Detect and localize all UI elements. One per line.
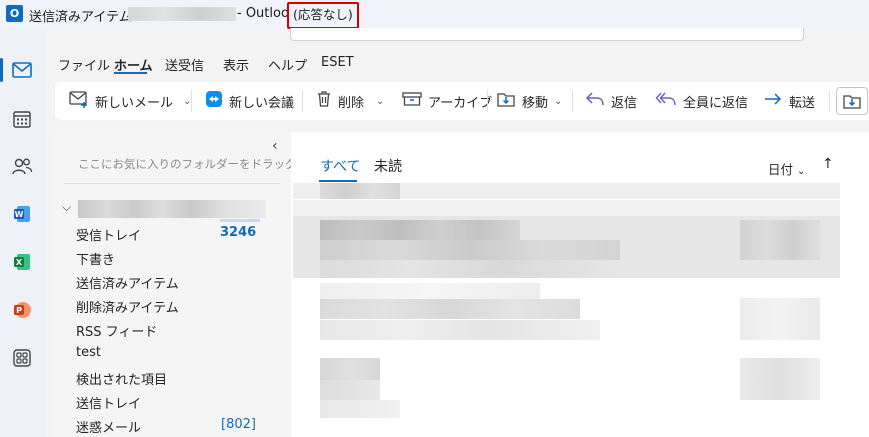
arrow-up-icon[interactable]: ↑ <box>822 156 834 172</box>
redacted-subject <box>320 299 580 319</box>
inbox-unread-count: 3246 <box>220 225 257 240</box>
forward-button[interactable]: 転送 <box>763 82 815 120</box>
folder-outbox[interactable]: 送信トレイ <box>76 393 141 412</box>
tab-view[interactable]: 表示 <box>223 55 249 74</box>
move-label: 移動 <box>522 95 549 111</box>
chevron-down-icon[interactable]: ⌄ <box>376 96 384 107</box>
tab-help[interactable]: ヘルプ <box>268 55 307 74</box>
redacted-date <box>740 298 820 340</box>
folder-inbox[interactable]: 受信トレイ <box>76 225 141 244</box>
sort-by-date-button[interactable]: 日付 ⌄ <box>768 159 805 178</box>
toolbar-divider <box>302 90 303 112</box>
redacted-subject <box>320 240 620 260</box>
redacted-sender <box>320 220 520 240</box>
word-icon[interactable]: W <box>9 201 35 227</box>
mail-icon[interactable] <box>9 57 35 83</box>
redacted-text <box>320 183 400 199</box>
reply-label: 返信 <box>611 95 638 111</box>
tab-send-receive[interactable]: 送受信 <box>165 55 204 74</box>
archive-button[interactable]: アーカイブ <box>402 82 492 120</box>
redacted-date <box>740 220 820 260</box>
junk-count: [802] <box>221 417 256 432</box>
folder-rss-feeds[interactable]: RSS フィード <box>76 321 157 340</box>
account-accent <box>220 219 260 222</box>
people-icon[interactable] <box>9 153 35 179</box>
tab-all[interactable]: すべて <box>320 156 360 176</box>
ribbon-toolbar: 新しいメール ⌄ 新しい会議 削除 ⌄ アーカイブ 移動 ⌄ 返信 全員に返信 … <box>55 82 869 120</box>
search-input[interactable] <box>290 28 804 41</box>
new-mail-button[interactable]: 新しいメール ⌄ <box>69 82 191 120</box>
tab-file[interactable]: ファイル <box>58 55 110 74</box>
reply-all-button[interactable]: 全員に返信 <box>655 82 748 120</box>
folder-detected-items[interactable]: 検出された項目 <box>76 369 167 388</box>
folder-drafts[interactable]: 下書き <box>76 249 115 268</box>
overflow-button[interactable] <box>836 82 868 120</box>
redacted-account-header[interactable] <box>78 200 266 218</box>
window-title-folder: 送信済みアイテム - <box>29 10 141 25</box>
active-tab-indicator <box>114 72 147 74</box>
delete-button[interactable]: 削除 ⌄ <box>316 82 384 120</box>
trash-icon <box>316 90 332 112</box>
forward-icon <box>763 91 783 111</box>
ribbon-tabs: ファイル ホーム 送受信 表示 ヘルプ ESET <box>46 44 869 80</box>
toolbar-divider <box>487 90 488 112</box>
new-mail-label: 新しいメール <box>95 95 174 111</box>
redacted-row-bg <box>293 200 840 216</box>
divider <box>64 183 280 184</box>
powerpoint-icon[interactable]: P <box>9 297 35 323</box>
toolbar-divider <box>191 90 192 112</box>
new-meeting-label: 新しい会議 <box>229 95 295 111</box>
svg-text:W: W <box>15 210 24 219</box>
outlook-app-icon: O <box>6 5 23 22</box>
reply-all-icon <box>655 91 677 111</box>
redacted-date <box>740 358 820 400</box>
new-mail-icon <box>69 90 89 112</box>
reply-button[interactable]: 返信 <box>585 82 637 120</box>
svg-text:X: X <box>16 258 23 267</box>
toolbar-divider <box>572 90 573 112</box>
archive-label: アーカイブ <box>428 95 493 111</box>
tab-unread[interactable]: 未読 <box>374 156 402 176</box>
teamviewer-meeting-icon <box>205 90 223 112</box>
redacted-text <box>320 283 540 299</box>
new-meeting-button[interactable]: 新しい会議 <box>205 82 294 120</box>
active-filter-indicator <box>319 180 357 182</box>
reply-icon <box>585 91 605 111</box>
redacted-preview <box>320 260 620 278</box>
apps-grid-icon[interactable] <box>9 345 35 371</box>
chevron-down-icon[interactable]: ⌵ <box>62 200 71 215</box>
folder-deleted-items[interactable]: 削除済みアイテム <box>76 297 179 316</box>
move-folder-icon <box>496 90 516 112</box>
toolbar-divider <box>829 90 830 112</box>
excel-icon[interactable]: X <box>9 249 35 275</box>
redacted-preview <box>320 320 600 340</box>
folder-sent-items[interactable]: 送信済みアイテム <box>76 273 179 292</box>
archive-icon <box>402 91 422 111</box>
chevron-down-icon[interactable]: ⌄ <box>554 96 562 107</box>
not-responding-status: (応答なし) <box>287 2 359 29</box>
folder-test[interactable]: test <box>76 345 101 360</box>
redacted-sender <box>320 358 380 380</box>
redacted-account-name <box>128 7 236 21</box>
active-indicator <box>0 58 3 82</box>
calendar-icon[interactable] <box>9 106 35 132</box>
sort-label: 日付 <box>768 162 794 177</box>
tab-eset[interactable]: ESET <box>321 55 354 70</box>
redacted-preview <box>320 400 400 418</box>
svg-text:P: P <box>16 306 22 315</box>
app-bar: W X P <box>0 30 46 437</box>
move-button[interactable]: 移動 ⌄ <box>496 82 562 120</box>
chevron-down-icon: ⌄ <box>797 166 806 177</box>
folder-junk[interactable]: 迷惑メール <box>76 417 141 436</box>
collapse-pane-icon[interactable]: ‹ <box>272 138 278 154</box>
redacted-subject <box>320 380 380 400</box>
move-to-folder-icon <box>836 87 868 115</box>
reply-all-label: 全員に返信 <box>683 95 749 111</box>
forward-label: 転送 <box>789 95 816 111</box>
delete-label: 削除 <box>338 95 365 111</box>
